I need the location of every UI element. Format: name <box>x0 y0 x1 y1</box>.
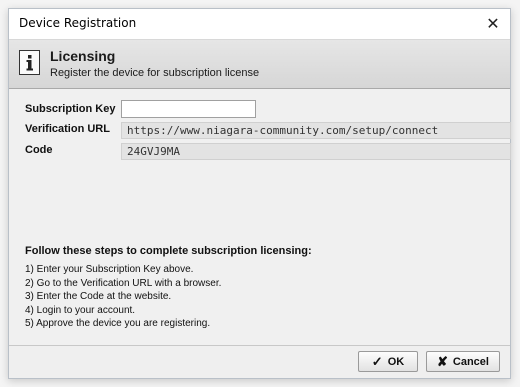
code-field[interactable]: 24GVJ9MA <box>121 143 511 160</box>
step-item: 4) Login to your account. <box>25 304 136 316</box>
step-item: 3) Enter the Code at the website. <box>25 291 172 302</box>
close-button[interactable]: ✕ <box>476 9 510 39</box>
ok-button-label: OK <box>387 355 405 368</box>
window-title: Device Registration <box>19 16 137 30</box>
title-bar: Device Registration ✕ <box>9 9 510 39</box>
steps-list: 1) Enter your Subscription Key above. 2)… <box>25 263 221 331</box>
subscription-key-input[interactable] <box>121 100 256 118</box>
steps-heading: Follow these steps to complete subscript… <box>25 245 312 257</box>
banner-subtitle: Register the device for subscription lic… <box>50 67 260 79</box>
step-item: 2) Go to the Verification URL with a bro… <box>25 277 222 289</box>
verification-url-label: Verification URL <box>25 123 110 135</box>
x-icon: ✘ <box>437 354 448 369</box>
code-label: Code <box>25 144 53 156</box>
checkmark-icon: ✓ <box>371 354 383 369</box>
info-icon <box>19 50 40 75</box>
subscription-key-label: Subscription Key <box>25 103 116 115</box>
device-registration-dialog: Device Registration ✕ Licensing Register… <box>8 8 511 379</box>
cancel-button-label: Cancel <box>452 355 489 368</box>
cancel-button[interactable]: ✘ Cancel <box>426 351 500 372</box>
button-bar: ✓ OK ✘ Cancel <box>9 345 510 378</box>
ok-button[interactable]: ✓ OK <box>358 351 418 372</box>
dialog-content: Licensing Register the device for subscr… <box>9 39 511 378</box>
licensing-banner: Licensing Register the device for subscr… <box>9 40 510 89</box>
close-icon: ✕ <box>486 14 500 33</box>
step-item: 5) Approve the device you are registerin… <box>25 318 211 329</box>
step-item: 1) Enter your Subscription Key above. <box>25 264 194 275</box>
banner-title: Licensing <box>50 48 116 64</box>
verification-url-field[interactable]: https://www.niagara-community.com/setup/… <box>121 122 511 139</box>
